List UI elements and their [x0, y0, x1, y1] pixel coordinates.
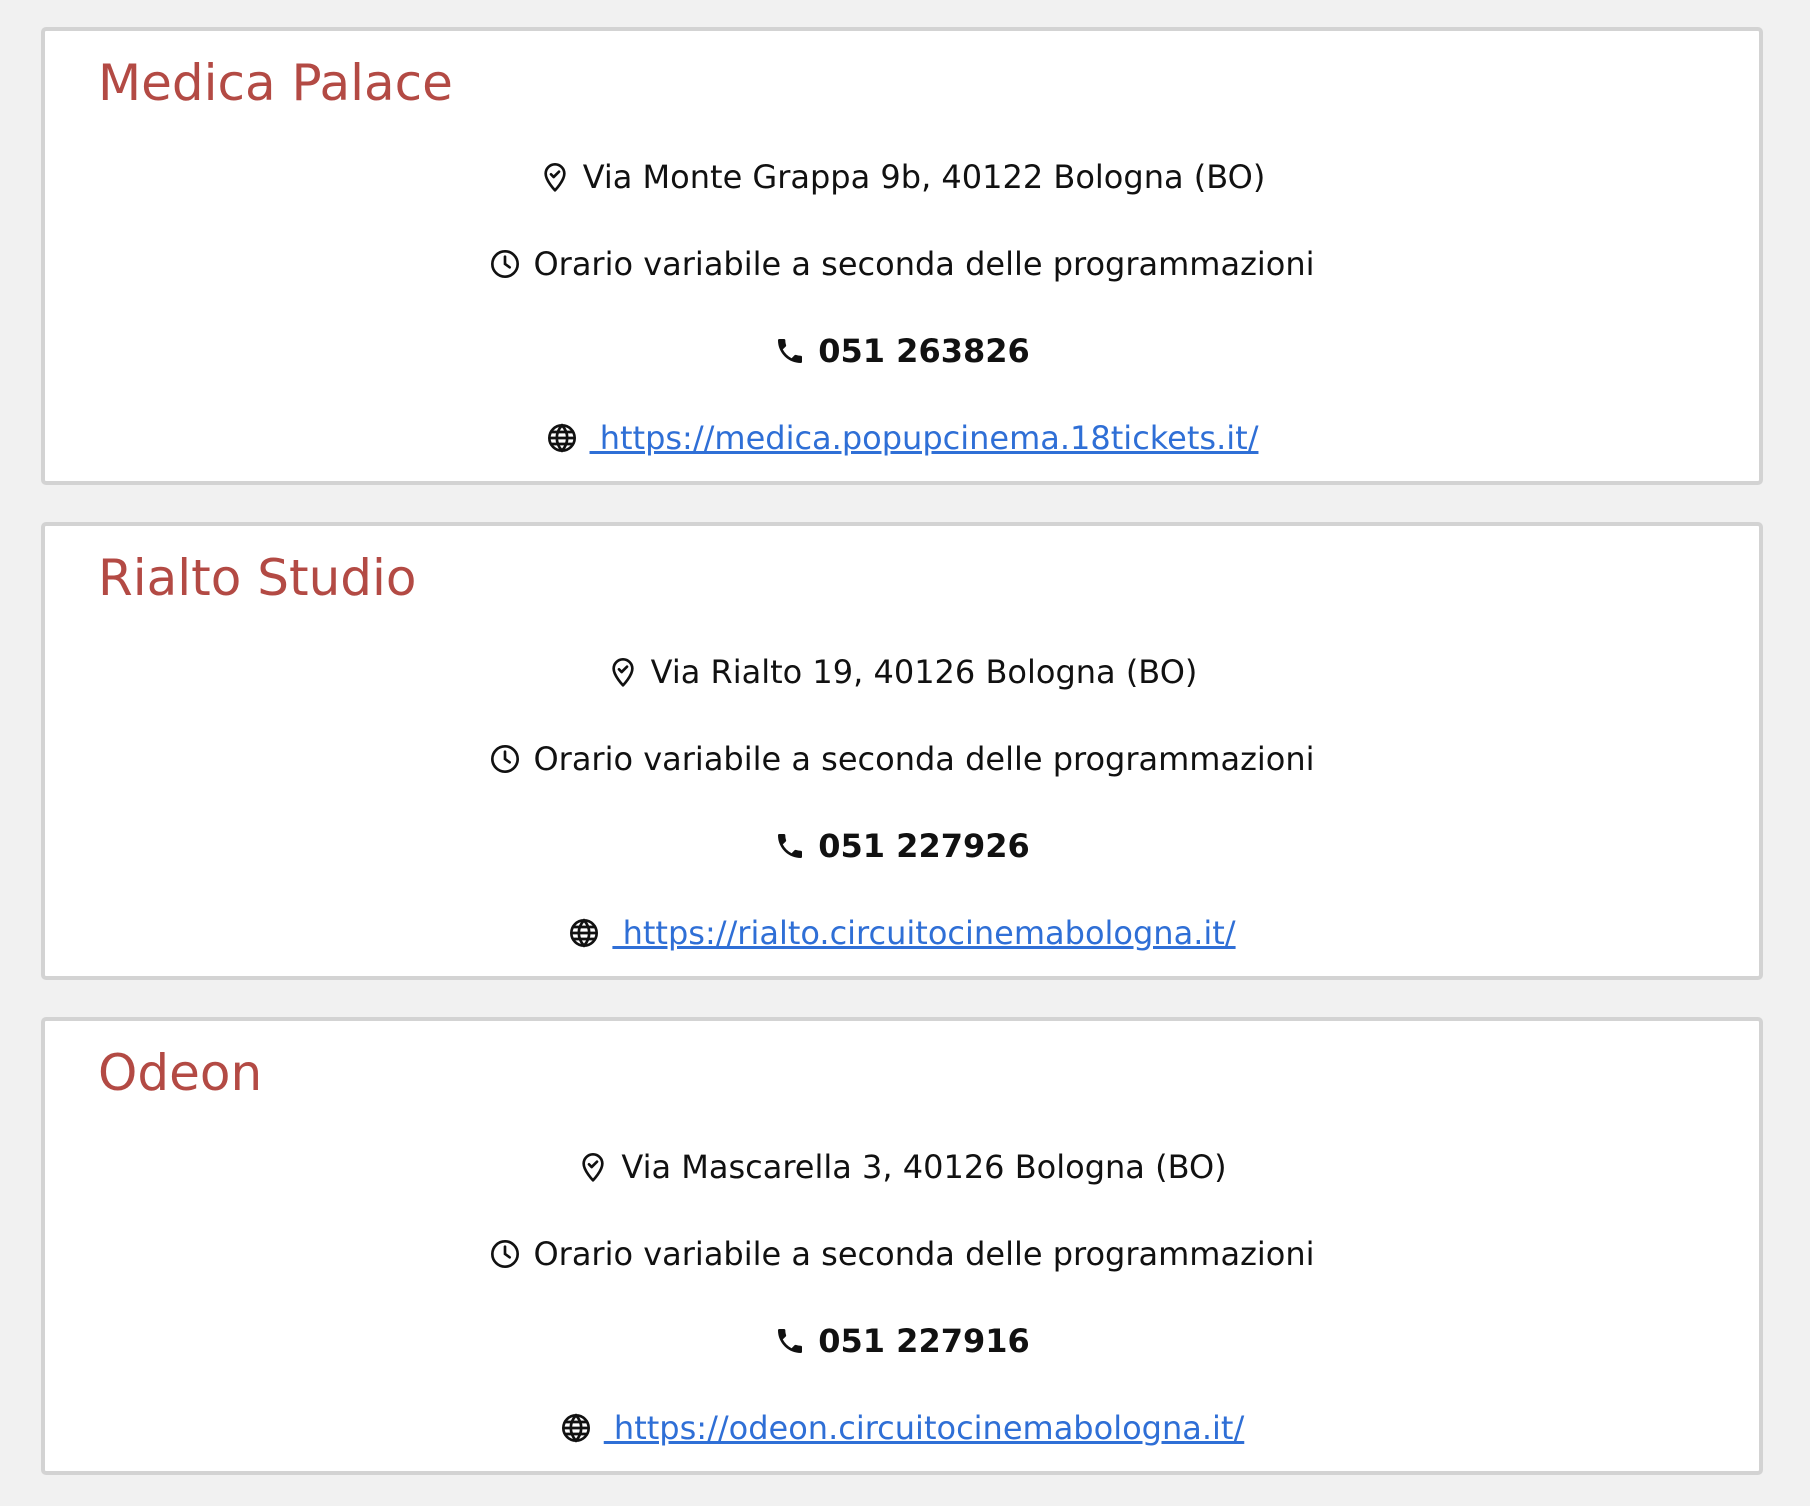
- phone-row: 051 227916: [45, 1321, 1759, 1361]
- website-row: https://odeon.circuitocinemabologna.it/: [45, 1408, 1759, 1448]
- cinema-name: Medica Palace: [98, 54, 453, 112]
- globe-icon: [546, 422, 578, 454]
- map-pin-icon: [539, 161, 571, 193]
- phone-number: 051 227926: [818, 827, 1030, 865]
- hours-text: Orario variabile a seconda delle program…: [533, 245, 1315, 283]
- clock-icon: [489, 743, 521, 775]
- cinema-card: Rialto Studio Via Rialto 19, 40126 Bolog…: [41, 522, 1763, 980]
- address-row: Via Monte Grappa 9b, 40122 Bologna (BO): [45, 157, 1759, 197]
- cinema-name: Rialto Studio: [98, 549, 417, 607]
- map-pin-icon: [607, 656, 639, 688]
- website-row: https://medica.popupcinema.18tickets.it/: [45, 418, 1759, 458]
- website-link[interactable]: https://rialto.circuitocinemabologna.it/: [612, 914, 1236, 952]
- globe-icon: [560, 1412, 592, 1444]
- address-text: Via Rialto 19, 40126 Bologna (BO): [650, 653, 1198, 691]
- clock-icon: [489, 248, 521, 280]
- phone-row: 051 227926: [45, 826, 1759, 866]
- website-link[interactable]: https://odeon.circuitocinemabologna.it/: [604, 1409, 1244, 1447]
- hours-row: Orario variabile a seconda delle program…: [45, 244, 1759, 284]
- cinema-card: Medica Palace Via Monte Grappa 9b, 40122…: [41, 27, 1763, 485]
- address-row: Via Rialto 19, 40126 Bologna (BO): [45, 652, 1759, 692]
- website-row: https://rialto.circuitocinemabologna.it/: [45, 913, 1759, 953]
- phone-icon: [774, 335, 806, 367]
- clock-icon: [489, 1238, 521, 1270]
- phone-number: 051 263826: [818, 332, 1030, 370]
- globe-icon: [568, 917, 600, 949]
- phone-icon: [774, 830, 806, 862]
- phone-row: 051 263826: [45, 331, 1759, 371]
- map-pin-icon: [577, 1151, 609, 1183]
- address-text: Via Mascarella 3, 40126 Bologna (BO): [621, 1148, 1227, 1186]
- address-row: Via Mascarella 3, 40126 Bologna (BO): [45, 1147, 1759, 1187]
- phone-icon: [774, 1325, 806, 1357]
- hours-row: Orario variabile a seconda delle program…: [45, 739, 1759, 779]
- hours-text: Orario variabile a seconda delle program…: [533, 1235, 1315, 1273]
- website-link[interactable]: https://medica.popupcinema.18tickets.it/: [590, 419, 1259, 457]
- cinema-card: Odeon Via Mascarella 3, 40126 Bologna (B…: [41, 1017, 1763, 1475]
- address-text: Via Monte Grappa 9b, 40122 Bologna (BO): [582, 158, 1266, 196]
- phone-number: 051 227916: [818, 1322, 1030, 1360]
- hours-row: Orario variabile a seconda delle program…: [45, 1234, 1759, 1274]
- cinema-name: Odeon: [98, 1044, 263, 1102]
- hours-text: Orario variabile a seconda delle program…: [533, 740, 1315, 778]
